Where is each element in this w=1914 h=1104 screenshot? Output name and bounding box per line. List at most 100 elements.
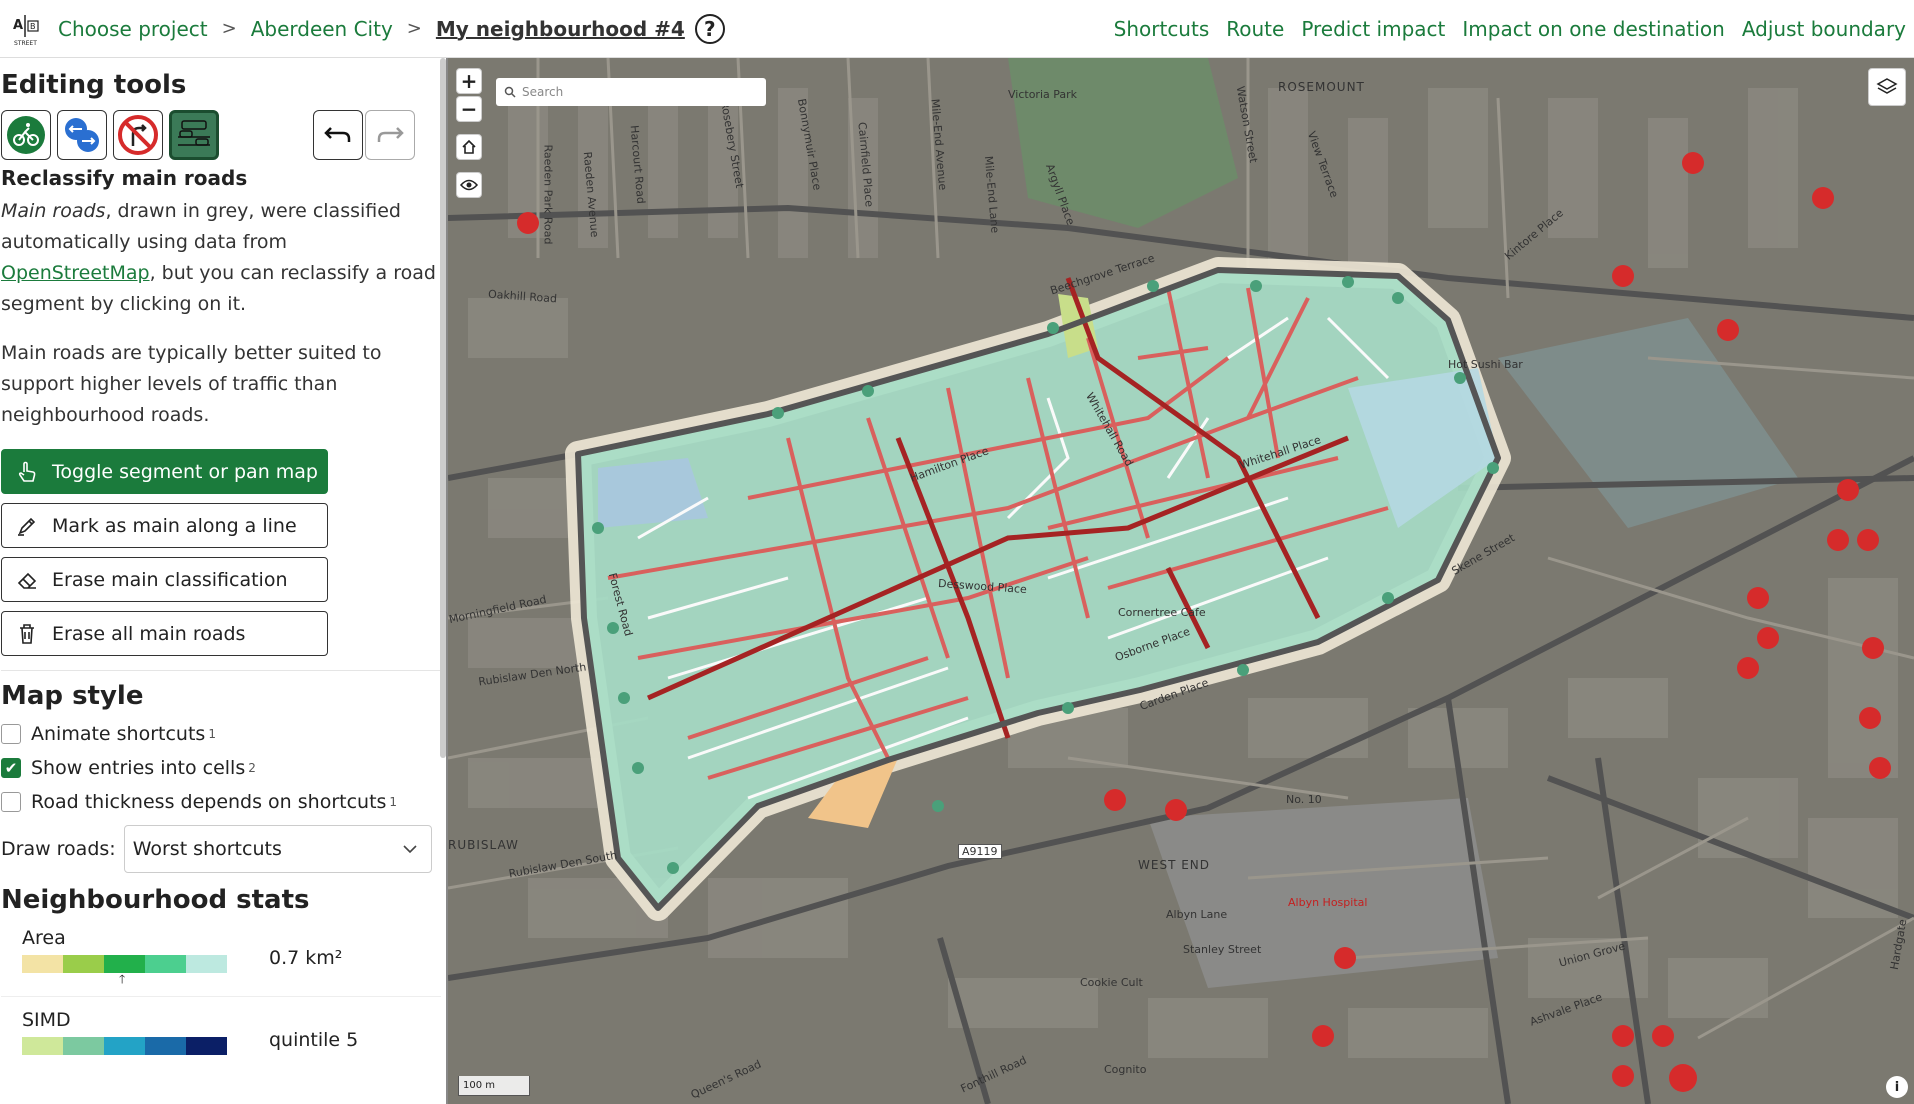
simd-bin (145, 1037, 186, 1055)
erase-main-button[interactable]: Erase main classification (1, 557, 328, 602)
map-label: Stanley Street (1183, 943, 1262, 956)
area-bin (186, 955, 227, 973)
openstreetmap-link[interactable]: OpenStreetMap (1, 262, 150, 284)
info-icon[interactable]: i (1886, 1076, 1908, 1098)
nav-shortcuts[interactable]: Shortcuts (1114, 17, 1210, 41)
area-label: Area (22, 927, 66, 949)
search-placeholder: Search (522, 85, 564, 99)
breadcrumb-aberdeen-city[interactable]: Aberdeen City (251, 17, 393, 41)
map-label: Cognito (1104, 1063, 1147, 1076)
map-label: Albyn Hospital (1288, 896, 1368, 909)
layers-button[interactable] (1868, 68, 1906, 106)
tool-filter-button[interactable] (1, 110, 51, 160)
footnote-marker: 1 (208, 727, 216, 741)
tool-no-turn-button[interactable] (113, 110, 163, 160)
page-title[interactable]: My neighbourhood #4 (436, 17, 685, 41)
map-label: Victoria Park (1008, 88, 1078, 101)
area-color-bar (22, 955, 227, 973)
zoom-out-button[interactable]: − (456, 96, 482, 122)
nav-route[interactable]: Route (1226, 17, 1284, 41)
option-road-thickness[interactable]: Road thickness depends on shortcuts 1 (1, 791, 446, 813)
svg-text:STREET: STREET (14, 40, 37, 47)
map-search-input[interactable]: Search (496, 78, 766, 106)
zoom-in-button[interactable]: + (456, 68, 482, 94)
scale-bar: 100 m (458, 1076, 530, 1096)
tool-main-roads-button[interactable] (169, 110, 219, 160)
cyclist-filter-icon (7, 116, 45, 154)
simd-value: quintile 5 (269, 1029, 359, 1051)
toggle-segment-button[interactable]: Toggle segment or pan map (1, 449, 328, 494)
simd-label: SIMD (22, 1009, 71, 1031)
breadcrumb-separator: > (221, 18, 237, 39)
area-bin (63, 955, 104, 973)
tool-description: Main roads, drawn in grey, were classifi… (1, 196, 439, 320)
show-entries-label: Show entries into cells (31, 757, 246, 779)
map-label: A9119 (958, 844, 1002, 859)
map-label: ROSEMOUNT (1278, 80, 1365, 94)
simd-bin (63, 1037, 104, 1055)
show-entries-checkbox[interactable]: ✔ (1, 758, 21, 778)
animate-shortcuts-label: Animate shortcuts (31, 723, 206, 745)
simd-color-bar (22, 1037, 227, 1055)
trash-icon (20, 623, 34, 644)
erase-all-main-button[interactable]: Erase all main roads (1, 611, 328, 656)
sidebar: Editing tools Reclassify main roads Main… (0, 58, 446, 1104)
chevron-down-icon (403, 845, 417, 854)
area-bin (22, 955, 63, 973)
stat-area: Area 🡑 0.7 km² (1, 927, 441, 997)
area-marker-icon: 🡑 (119, 972, 126, 986)
breadcrumb: Choose project > Aberdeen City > My neig… (58, 13, 725, 44)
breadcrumb-separator: > (406, 18, 422, 39)
home-button[interactable] (456, 134, 482, 160)
breadcrumb-choose-project[interactable]: Choose project (58, 17, 208, 41)
toggle-segment-label: Toggle segment or pan map (52, 460, 318, 483)
footnote-marker: 1 (389, 795, 398, 809)
top-bar: A B STREET Choose project > Aberdeen Cit… (0, 0, 1914, 58)
main-road-cars-icon (178, 120, 210, 146)
map-label: Albyn Lane (1166, 908, 1228, 921)
draw-roads-label: Draw roads: (1, 838, 116, 860)
help-icon[interactable]: ? (694, 13, 725, 44)
map-label: No. 10 (1286, 793, 1322, 806)
road-thickness-label: Road thickness depends on shortcuts (31, 791, 387, 813)
area-bin (145, 955, 186, 973)
simd-bin (104, 1037, 145, 1055)
nav-adjust-boundary[interactable]: Adjust boundary (1742, 17, 1906, 41)
option-animate-shortcuts[interactable]: Animate shortcuts 1 (1, 723, 446, 745)
mark-main-line-button[interactable]: Mark as main along a line (1, 503, 328, 548)
redo-button[interactable] (365, 110, 415, 160)
stat-simd: SIMD quintile 5 (1, 1009, 441, 1079)
svg-text:B: B (30, 22, 36, 31)
app-logo-icon[interactable]: A B STREET (8, 9, 48, 49)
hand-pointer-icon (18, 461, 36, 482)
map-label: Hot Sushi Bar (1448, 358, 1523, 371)
map-canvas[interactable] (448, 58, 1914, 1104)
undo-button[interactable] (313, 110, 363, 160)
editing-tools-row (1, 110, 446, 160)
draw-roads-select[interactable]: Worst shortcuts (123, 825, 432, 873)
animate-shortcuts-checkbox[interactable] (1, 724, 21, 744)
tool-title: Reclassify main roads (1, 166, 248, 190)
option-show-entries[interactable]: ✔ Show entries into cells 2 (1, 757, 446, 779)
erase-main-label: Erase main classification (52, 568, 288, 591)
svg-text:A: A (13, 18, 23, 33)
map-style-heading: Map style (1, 681, 144, 711)
map-label: Cornertree Cafe (1118, 606, 1206, 619)
eye-icon (460, 179, 478, 191)
nav-impact-one-destination[interactable]: Impact on one destination (1462, 17, 1724, 41)
layers-icon (1876, 78, 1898, 94)
map-label: WEST END (1138, 858, 1211, 872)
top-nav: Shortcuts Route Predict impact Impact on… (1114, 0, 1906, 58)
road-thickness-checkbox[interactable] (1, 792, 21, 812)
main-roads-emphasis: Main roads (1, 200, 106, 222)
nav-predict-impact[interactable]: Predict impact (1301, 17, 1445, 41)
no-right-turn-icon (118, 115, 158, 155)
map-label: RUBISLAW (448, 838, 519, 852)
pen-line-icon (18, 517, 36, 536)
tool-one-way-button[interactable] (57, 110, 107, 160)
mark-main-line-label: Mark as main along a line (52, 514, 297, 537)
simd-bin (22, 1037, 63, 1055)
map[interactable]: ROSEMOUNT Victoria Park Raeden Park Road… (448, 58, 1914, 1104)
undo-icon (324, 127, 351, 142)
visibility-button[interactable] (456, 172, 482, 198)
